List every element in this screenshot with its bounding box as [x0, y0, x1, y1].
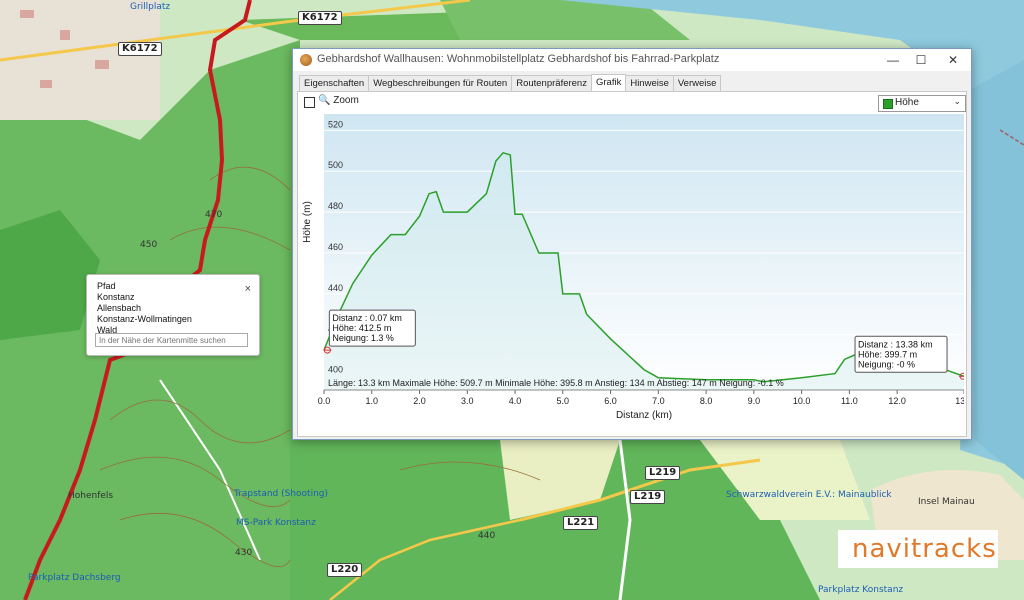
map-place-label[interactable]: MS-Park Konstanz [236, 518, 316, 528]
maximize-button[interactable]: ☐ [907, 51, 935, 69]
tab-bar: Eigenschaften Wegbeschreibungen für Route… [299, 74, 722, 91]
road-shield-l219: L219 [645, 466, 681, 480]
tooltip-line: Neigung: 1.3 % [332, 333, 394, 343]
map-place-label[interactable]: Insel Mainau [918, 497, 975, 507]
y-tick-label: 440 [328, 283, 343, 293]
close-button[interactable]: ✕ [939, 51, 967, 69]
road-shield-l219: L219 [630, 490, 666, 504]
x-tick-label: 5.0 [557, 396, 570, 406]
road-shield-l221: L221 [563, 516, 599, 530]
series-color-swatch [883, 99, 893, 109]
minimize-button[interactable]: — [879, 51, 907, 69]
tab-eigenschaften[interactable]: Eigenschaften [299, 75, 370, 91]
map-info-popup: × Pfad Konstanz Allensbach Konstanz-Woll… [86, 274, 260, 356]
map-place-label[interactable]: Parkplatz Dachsberg [28, 573, 121, 583]
map-place-label[interactable]: Schwarzwaldverein E.V.: Mainaublick [726, 490, 892, 500]
elevation-label: 440 [478, 531, 496, 541]
x-tick-label: 8.0 [700, 396, 713, 406]
magnifier-icon: 🔍 [318, 95, 331, 106]
graph-panel: 🔍 Zoom Höhe ⌄ 40042044046 [297, 91, 967, 437]
app-icon [300, 54, 312, 66]
x-axis-label: Distanz (km) [616, 410, 672, 421]
x-tick-label: 12.0 [888, 396, 906, 406]
x-tick-label: 11.0 [841, 396, 858, 406]
tooltip-line: Distanz : 0.07 km [332, 313, 402, 323]
tab-routenpraeferenz[interactable]: Routenpräferenz [511, 75, 592, 91]
popup-line: Allensbach [97, 303, 142, 313]
x-tick-label: 4.0 [509, 396, 522, 406]
tooltip-line: Höhe: 399.7 m [858, 349, 917, 359]
popup-line: Konstanz [97, 292, 135, 302]
stats-line: Länge: 13.3 km Maximale Höhe: 509.7 m Mi… [328, 378, 784, 388]
elevation-chart[interactable]: 4004204404604805005200.01.02.03.04.05.06… [298, 114, 964, 434]
popup-line: Pfad [97, 281, 116, 291]
road-shield-k6172: K6172 [118, 42, 162, 56]
x-tick-label: 7.0 [652, 396, 665, 406]
zoom-checkbox[interactable] [304, 97, 315, 108]
series-select[interactable]: Höhe ⌄ [878, 95, 966, 112]
x-tick-label: 3.0 [461, 396, 474, 406]
x-tick-label: 1.0 [366, 396, 379, 406]
chevron-down-icon: ⌄ [953, 96, 961, 106]
y-tick-label: 480 [328, 201, 343, 211]
tab-hinweise[interactable]: Hinweise [625, 75, 674, 91]
popup-close-icon[interactable]: × [245, 283, 251, 295]
y-tick-label: 400 [328, 365, 343, 375]
x-tick-label: 9.0 [748, 396, 761, 406]
x-tick-label: 13.4 [955, 396, 964, 406]
nearby-search-input[interactable] [95, 333, 248, 347]
y-tick-label: 500 [328, 160, 343, 170]
map-place-label[interactable]: Trapstand (Shooting) [234, 489, 328, 499]
zoom-label: Zoom [333, 95, 359, 106]
elevation-label: 430 [235, 548, 253, 558]
elevation-label: 470 [205, 210, 223, 220]
map-place-label[interactable]: Grillplatz [130, 2, 170, 12]
title-bar[interactable]: Gebhardshof Wallhausen: Wohnmobilstellpl… [293, 49, 971, 71]
x-tick-label: 6.0 [604, 396, 617, 406]
map-place-label[interactable]: Parkplatz Konstanz [818, 585, 903, 595]
tooltip-line: Höhe: 412.5 m [332, 323, 391, 333]
x-tick-label: 2.0 [413, 396, 426, 406]
tooltip-line: Distanz : 13.38 km [858, 339, 933, 349]
road-shield-l220: L220 [327, 563, 363, 577]
y-axis-label: Höhe (m) [302, 201, 313, 243]
x-tick-label: 10.0 [793, 396, 811, 406]
y-tick-label: 460 [328, 242, 343, 252]
series-select-value: Höhe [895, 97, 919, 108]
elevation-profile-window: Gebhardshof Wallhausen: Wohnmobilstellpl… [292, 48, 972, 440]
tab-verweise[interactable]: Verweise [672, 75, 722, 91]
zoom-toggle[interactable]: 🔍 Zoom [318, 95, 359, 106]
y-tick-label: 520 [328, 119, 343, 129]
tooltip-line: Neigung: -0 % [858, 359, 915, 369]
elevation-label: 450 [140, 240, 158, 250]
window-title: Gebhardshof Wallhausen: Wohnmobilstellpl… [317, 53, 720, 65]
tab-grafik[interactable]: Grafik [590, 74, 627, 91]
x-tick-label: 0.0 [318, 396, 331, 406]
brand-logo-text: navitracks [852, 534, 997, 564]
tab-wegbeschreibungen[interactable]: Wegbeschreibungen für Routen [368, 75, 513, 91]
popup-line: Konstanz-Wollmatingen [97, 314, 192, 324]
brand-logo: navitracks [838, 530, 998, 568]
map-place-label[interactable]: Hohenfels [68, 491, 113, 501]
road-shield-k6172: K6172 [298, 11, 342, 25]
